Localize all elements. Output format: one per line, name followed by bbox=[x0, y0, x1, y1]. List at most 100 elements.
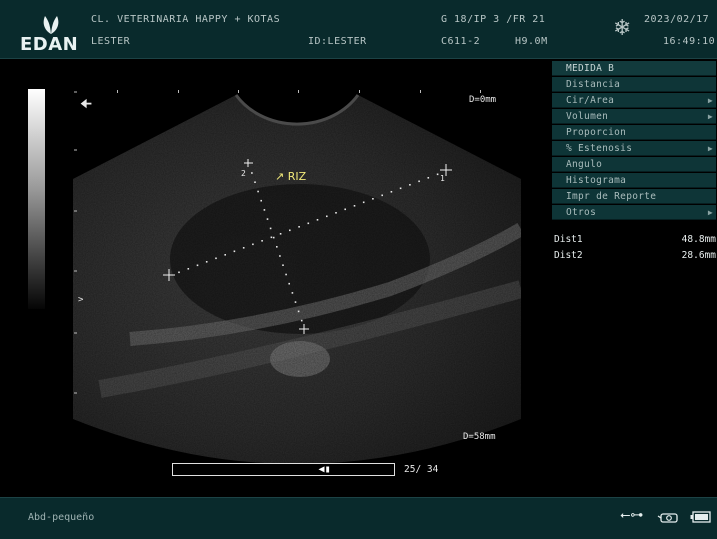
submenu-arrow-icon: ▶ bbox=[707, 144, 713, 153]
caliper-dot bbox=[285, 273, 287, 276]
probe-name: C611-2 bbox=[441, 36, 481, 47]
cine-loop-bar[interactable]: ◀▮ bbox=[172, 463, 395, 476]
menu-item-label: Distancia bbox=[566, 79, 621, 90]
result-row: Dist2 28.6mm bbox=[554, 250, 716, 261]
menu-item-impr-reporte[interactable]: Impr de Reporte bbox=[552, 189, 716, 204]
caliper-dot bbox=[399, 187, 402, 190]
caliper-dot bbox=[254, 181, 256, 183]
menu-item-cir-area[interactable]: Cir/Area ▶ bbox=[552, 93, 716, 108]
gain-readout: G 18/IP 3 /FR 21 bbox=[441, 14, 546, 25]
menu-item-label: Angulo bbox=[566, 159, 603, 170]
caliper-dot bbox=[178, 271, 180, 274]
menu-item-label: Cir/Area bbox=[566, 95, 615, 106]
usb-icon: ⭠⊶ bbox=[620, 508, 644, 523]
result-row: Dist1 48.8mm bbox=[554, 234, 716, 245]
caliper-dot bbox=[215, 257, 217, 260]
measurement-menu: MEDIDA B Distancia Cir/Area ▶ Volumen ▶ Pr… bbox=[552, 61, 716, 221]
caliper-dot bbox=[233, 250, 236, 253]
menu-item-volumen[interactable]: Volumen ▶ bbox=[552, 109, 716, 124]
menu-item-proporcion[interactable]: Proporcion bbox=[552, 125, 716, 140]
menu-item-label: Histograma bbox=[566, 175, 627, 186]
caliper-dot bbox=[418, 180, 420, 183]
ultrasound-image-panel[interactable]: 🠈 > D=0mm D=58mm ↗ RIZ 2 1 ◀▮ 25/ 34 bbox=[0, 59, 548, 496]
clinic-name: CL. VETERINARIA HAPPY + KOTAS bbox=[91, 14, 281, 25]
lateral-scale bbox=[117, 90, 481, 93]
caliper-dot bbox=[272, 236, 275, 239]
frequency-readout: H9.0M bbox=[515, 36, 548, 47]
focus-marker[interactable]: > bbox=[78, 295, 83, 305]
cine-marker-icon[interactable]: ◀▮ bbox=[319, 465, 333, 475]
caliper-dot bbox=[298, 226, 300, 228]
caliper-dot bbox=[257, 190, 259, 193]
sector-image bbox=[73, 95, 521, 464]
menu-item-label: Otros bbox=[566, 207, 597, 218]
menu-item-label: Volumen bbox=[566, 111, 609, 122]
caliper-dot bbox=[279, 233, 282, 235]
menu-item-distancia[interactable]: Distancia bbox=[552, 77, 716, 92]
cine-frame-counter: 25/ 34 bbox=[404, 464, 439, 475]
printer-icon bbox=[657, 513, 678, 523]
caliper-dot bbox=[297, 310, 300, 313]
depth-top-label: D=0mm bbox=[469, 95, 497, 105]
submenu-arrow-icon: ▶ bbox=[707, 96, 713, 105]
result-value: 28.6mm bbox=[681, 250, 716, 261]
caliper-dot bbox=[409, 184, 411, 186]
caliper-dot bbox=[307, 222, 310, 225]
caliper-dot bbox=[294, 301, 297, 303]
menu-item-angulo[interactable]: Angulo bbox=[552, 157, 716, 172]
caliper-dot bbox=[196, 264, 199, 267]
menu-item-label: % Estenosis bbox=[566, 143, 633, 154]
caliper-dot bbox=[260, 199, 262, 202]
caliper-dot bbox=[427, 177, 430, 179]
submenu-arrow-icon: ▶ bbox=[707, 112, 713, 121]
caliper-1-label: 1 bbox=[440, 174, 445, 183]
caliper-dot bbox=[316, 219, 319, 221]
riz-annotation[interactable]: ↗ RIZ bbox=[275, 170, 306, 183]
caliper-dot bbox=[187, 268, 190, 270]
menu-title: MEDIDA B bbox=[552, 61, 716, 76]
edan-logo: EDAN bbox=[20, 14, 82, 55]
caliper-dot bbox=[353, 205, 356, 207]
exam-time: 16:49:10 bbox=[663, 36, 716, 47]
caliper-dot bbox=[224, 254, 226, 256]
snowflake-icon[interactable]: ❄ bbox=[613, 16, 631, 41]
caliper-dot bbox=[291, 292, 294, 294]
battery-icon bbox=[690, 511, 711, 523]
caliper-dot bbox=[205, 261, 208, 263]
menu-item-estenosis[interactable]: % Estenosis ▶ bbox=[552, 141, 716, 156]
caliper-dot bbox=[288, 282, 290, 285]
caliper-dot bbox=[263, 209, 266, 211]
menu-item-histograma[interactable]: Histograma bbox=[552, 173, 716, 188]
result-label: Dist2 bbox=[554, 250, 583, 261]
menu-item-otros[interactable]: Otros ▶ bbox=[552, 205, 716, 220]
menu-item-label: Proporcion bbox=[566, 127, 627, 138]
caliper-dot bbox=[436, 173, 439, 176]
orientation-marker-icon: 🠈 bbox=[80, 97, 93, 112]
header-bar: EDAN CL. VETERINARIA HAPPY + KOTAS LESTE… bbox=[0, 0, 717, 59]
caliper-dot bbox=[270, 236, 273, 239]
logo-text: EDAN bbox=[20, 34, 79, 55]
caliper-dot bbox=[269, 227, 272, 230]
caliper-dot bbox=[372, 198, 374, 200]
grayscale-bar bbox=[28, 89, 45, 309]
ultrasound-scan[interactable] bbox=[0, 59, 548, 496]
leaf-logo-icon bbox=[43, 16, 59, 34]
footer-bar: Abd-pequeño ⭠⊶ bbox=[0, 497, 717, 539]
exam-date: 2023/02/17 bbox=[644, 14, 710, 25]
caliper-dot bbox=[390, 191, 393, 193]
result-label: Dist1 bbox=[554, 234, 583, 245]
caliper-dot bbox=[335, 212, 337, 214]
menu-item-label: Impr de Reporte bbox=[566, 191, 657, 202]
caliper-dot bbox=[279, 255, 281, 257]
caliper-dot bbox=[266, 218, 269, 220]
exam-preset[interactable]: Abd-pequeño bbox=[28, 512, 94, 523]
patient-name: LESTER bbox=[91, 36, 131, 47]
submenu-arrow-icon: ▶ bbox=[707, 208, 713, 217]
caliper-dot bbox=[344, 208, 346, 211]
measurement-results: Dist1 48.8mm Dist2 28.6mm bbox=[552, 226, 716, 286]
caliper-dot bbox=[326, 215, 328, 218]
result-value: 48.8mm bbox=[681, 234, 716, 245]
caliper-dot bbox=[289, 229, 291, 232]
caliper-dot bbox=[276, 246, 278, 248]
caliper-dot bbox=[381, 194, 383, 197]
